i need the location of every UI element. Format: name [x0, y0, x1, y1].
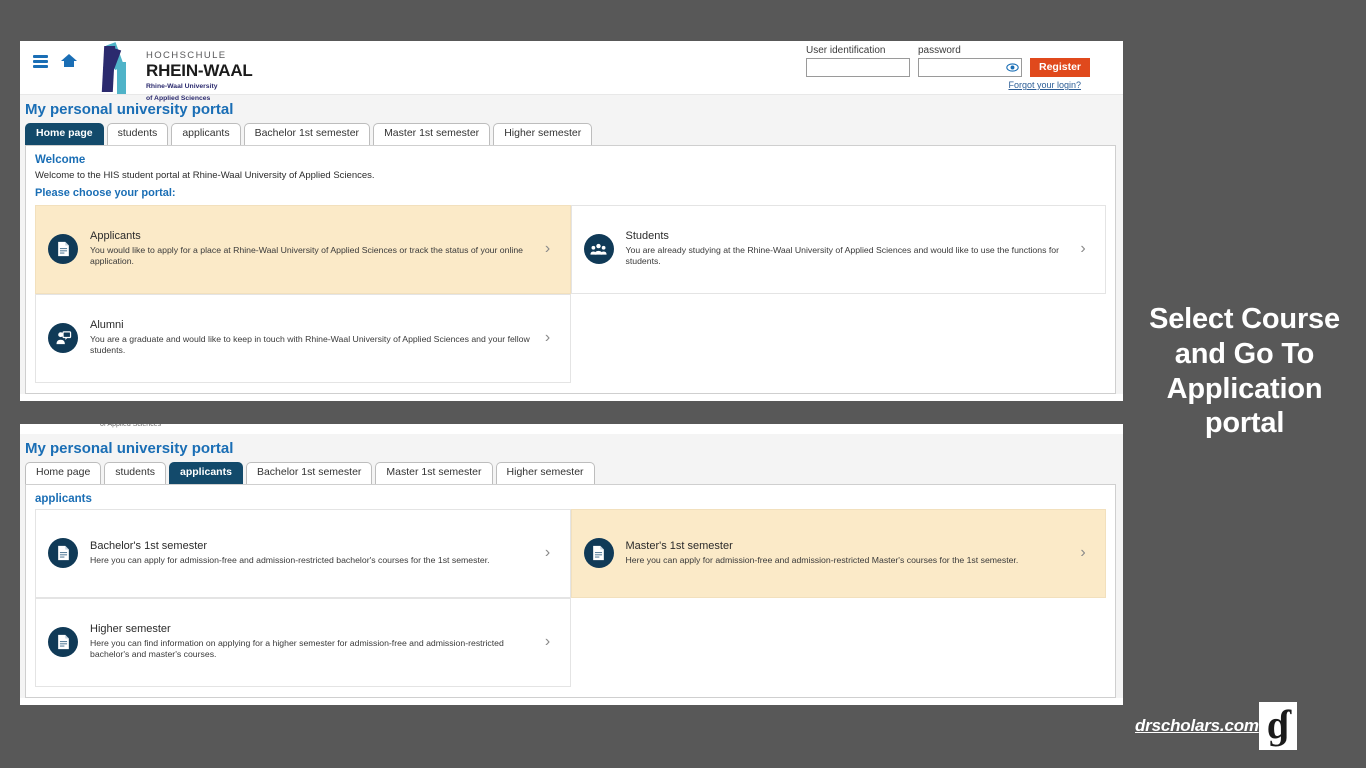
forgot-login-link[interactable]: Forgot your login?: [806, 80, 1081, 90]
tab-bachelor-1st-semester[interactable]: Bachelor 1st semester: [244, 123, 370, 145]
logo-wordmark: HOCHSCHULE RHEIN-WAAL Rhine-Waal Univers…: [146, 44, 253, 103]
portal-card-text: Students You are already studying at the…: [626, 230, 1070, 268]
portal-body-bottom: My personal university portal Home page …: [20, 434, 1123, 698]
home-icon[interactable]: [61, 54, 77, 68]
portal-card-applicants[interactable]: Applicants You would like to apply for a…: [35, 205, 571, 294]
site-header: HOCHSCHULE RHEIN-WAAL Rhine-Waal Univers…: [20, 41, 1123, 95]
logo-mark-icon: [98, 44, 140, 94]
caption-line-2: and Go To: [1123, 337, 1366, 372]
portal-card-alumni[interactable]: Alumni You are a graduate and would like…: [35, 294, 571, 383]
logo-line-rheinwaal: RHEIN-WAAL: [146, 62, 253, 79]
page-title-bottom: My personal university portal: [20, 434, 1123, 462]
welcome-heading: Welcome: [35, 154, 1106, 166]
tab-students-bottom[interactable]: students: [104, 462, 166, 484]
applicant-card-desc: Here you can apply for admission-free an…: [626, 555, 1070, 566]
applicant-card-title: Higher semester: [90, 623, 534, 637]
instruction-caption: Select Course and Go To Application port…: [1123, 302, 1366, 441]
welcome-intro-text: Welcome to the HIS student portal at Rhi…: [35, 170, 1106, 181]
watermark-logo-icon: ɠ: [1259, 702, 1297, 750]
document-icon: [48, 234, 78, 264]
applicant-card-text: Higher semester Here you can find inform…: [90, 623, 534, 661]
cropped-header-strip: of Applied Sciences: [20, 424, 1123, 434]
header-icon-group: [33, 54, 77, 68]
login-block: User identification password: [806, 45, 1081, 90]
portal-card-title: Alumni: [90, 319, 534, 333]
hamburger-menu-icon[interactable]: [33, 55, 48, 68]
tab-bar-top: Home page students applicants Bachelor 1…: [20, 123, 1123, 145]
portal-card-desc: You are already studying at the Rhine-Wa…: [626, 245, 1070, 268]
chevron-right-icon[interactable]: ›: [1075, 240, 1091, 258]
chevron-right-icon[interactable]: ›: [1075, 544, 1091, 562]
tab-students[interactable]: students: [107, 123, 169, 145]
portal-card-text: Alumni You are a graduate and would like…: [90, 319, 534, 357]
applicant-card-desc: Here you can find information on applyin…: [90, 638, 534, 661]
portal-card-desc: You are a graduate and would like to kee…: [90, 334, 534, 357]
document-icon: [584, 538, 614, 568]
applicant-card-text: Bachelor's 1st semester Here you can app…: [90, 540, 534, 566]
logo-line-sub2: of Applied Sciences: [146, 94, 253, 103]
watermark: drscholars.com ɠ: [1135, 702, 1297, 750]
portal-card-title: Students: [626, 230, 1070, 244]
logo-line-sub1: Rhine-Waal University: [146, 82, 253, 91]
tab-applicants-bottom[interactable]: applicants: [169, 462, 243, 484]
tab-home-page-bottom[interactable]: Home page: [25, 462, 101, 484]
portal-card-text: Applicants You would like to apply for a…: [90, 230, 534, 268]
chevron-right-icon[interactable]: ›: [540, 329, 556, 347]
password-label: password: [918, 45, 961, 56]
applicant-card-desc: Here you can apply for admission-free an…: [90, 555, 534, 566]
applicant-card-title: Master's 1st semester: [626, 540, 1070, 554]
tab-master-1st-semester-bottom[interactable]: Master 1st semester: [375, 462, 492, 484]
chevron-right-icon[interactable]: ›: [540, 544, 556, 562]
applicant-card-text: Master's 1st semester Here you can apply…: [626, 540, 1070, 566]
user-identification-label: User identification: [806, 45, 910, 56]
document-icon: [48, 627, 78, 657]
portal-card-empty-slot: [571, 294, 1107, 383]
portal-card-grid: Applicants You would like to apply for a…: [35, 205, 1106, 383]
welcome-panel: Welcome Welcome to the HIS student porta…: [25, 145, 1116, 394]
applicant-card-master-1st-semester[interactable]: Master's 1st semester Here you can apply…: [571, 509, 1107, 598]
university-logo[interactable]: HOCHSCHULE RHEIN-WAAL Rhine-Waal Univers…: [98, 44, 253, 103]
portal-card-students[interactable]: Students You are already studying at the…: [571, 205, 1107, 294]
applicants-heading: applicants: [35, 493, 1106, 505]
login-labels: User identification password: [806, 45, 1081, 56]
applicant-card-bachelor-1st-semester[interactable]: Bachelor's 1st semester Here you can app…: [35, 509, 571, 598]
user-identification-input[interactable]: [806, 58, 910, 77]
top-browser-window: HOCHSCHULE RHEIN-WAAL Rhine-Waal Univers…: [20, 41, 1123, 401]
tab-higher-semester[interactable]: Higher semester: [493, 123, 592, 145]
applicant-card-higher-semester[interactable]: Higher semester Here you can find inform…: [35, 598, 571, 687]
tab-bar-bottom: Home page students applicants Bachelor 1…: [20, 462, 1123, 484]
applicant-card-grid: Bachelor's 1st semester Here you can app…: [35, 509, 1106, 687]
tab-bachelor-1st-semester-bottom[interactable]: Bachelor 1st semester: [246, 462, 372, 484]
login-row: Register: [806, 58, 1081, 77]
caption-line-3: Application: [1123, 372, 1366, 407]
password-field-wrapper: [918, 58, 1022, 77]
logo-line-hochschule: HOCHSCHULE: [146, 51, 253, 61]
person-speech-icon: [48, 323, 78, 353]
document-icon: [48, 538, 78, 568]
screenshot-stage: HOCHSCHULE RHEIN-WAAL Rhine-Waal Univers…: [0, 0, 1366, 768]
cropped-logo-subtext: of Applied Sciences: [100, 424, 161, 428]
tab-applicants[interactable]: applicants: [171, 123, 240, 145]
caption-line-4: portal: [1123, 406, 1366, 441]
tab-master-1st-semester[interactable]: Master 1st semester: [373, 123, 490, 145]
portal-card-desc: You would like to apply for a place at R…: [90, 245, 534, 268]
applicant-card-empty-slot: [571, 598, 1107, 687]
applicants-panel: applicants: [25, 484, 1116, 698]
register-button[interactable]: Register: [1030, 58, 1090, 77]
chevron-right-icon[interactable]: ›: [540, 240, 556, 258]
applicant-card-title: Bachelor's 1st semester: [90, 540, 534, 554]
eye-icon[interactable]: [1006, 61, 1019, 74]
choose-portal-label: Please choose your portal:: [35, 187, 1106, 199]
chevron-right-icon[interactable]: ›: [540, 633, 556, 651]
portal-body-top: My personal university portal Home page …: [20, 95, 1123, 394]
caption-line-1: Select Course: [1123, 302, 1366, 337]
tab-home-page[interactable]: Home page: [25, 123, 104, 145]
watermark-text: drscholars.com: [1135, 716, 1259, 736]
people-group-icon: [584, 234, 614, 264]
bottom-browser-window: of Applied Sciences My personal universi…: [20, 424, 1123, 705]
tab-higher-semester-bottom[interactable]: Higher semester: [496, 462, 595, 484]
portal-card-title: Applicants: [90, 230, 534, 244]
